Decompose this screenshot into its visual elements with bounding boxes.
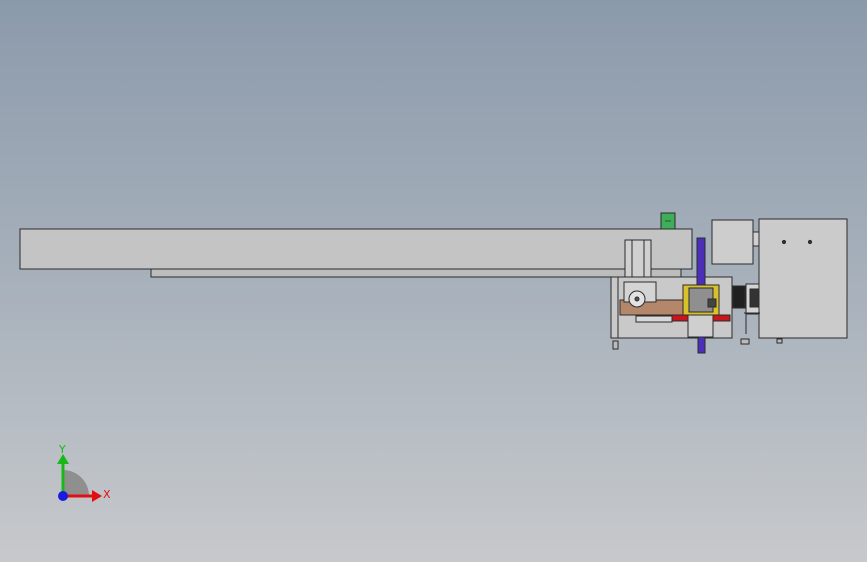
motor-base[interactable] — [687, 314, 714, 338]
foot-left[interactable] — [612, 340, 619, 350]
foot-right[interactable] — [740, 338, 750, 345]
cad-viewport[interactable]: Y X — [0, 0, 867, 562]
upper-small-box[interactable] — [711, 219, 754, 265]
red-plate-right[interactable] — [712, 314, 731, 322]
control-cabinet[interactable] — [758, 218, 848, 339]
blue-rod[interactable] — [696, 237, 706, 287]
z-axis-dot — [58, 491, 68, 501]
triad-quarter-disc — [63, 470, 89, 496]
blue-rod-lower[interactable] — [697, 335, 706, 354]
slot-block[interactable] — [635, 315, 673, 323]
y-axis-label: Y — [58, 443, 66, 456]
beam-under-strip[interactable] — [150, 268, 682, 278]
cad-model-view[interactable] — [0, 0, 867, 562]
vertical-bracket[interactable] — [624, 239, 652, 281]
foot-cabinet[interactable] — [776, 338, 783, 344]
red-plate-left[interactable] — [671, 314, 691, 322]
coupling[interactable] — [732, 285, 746, 309]
long-beam[interactable] — [19, 228, 693, 270]
coordinate-triad: Y X — [57, 443, 111, 502]
x-axis-label: X — [103, 488, 111, 501]
